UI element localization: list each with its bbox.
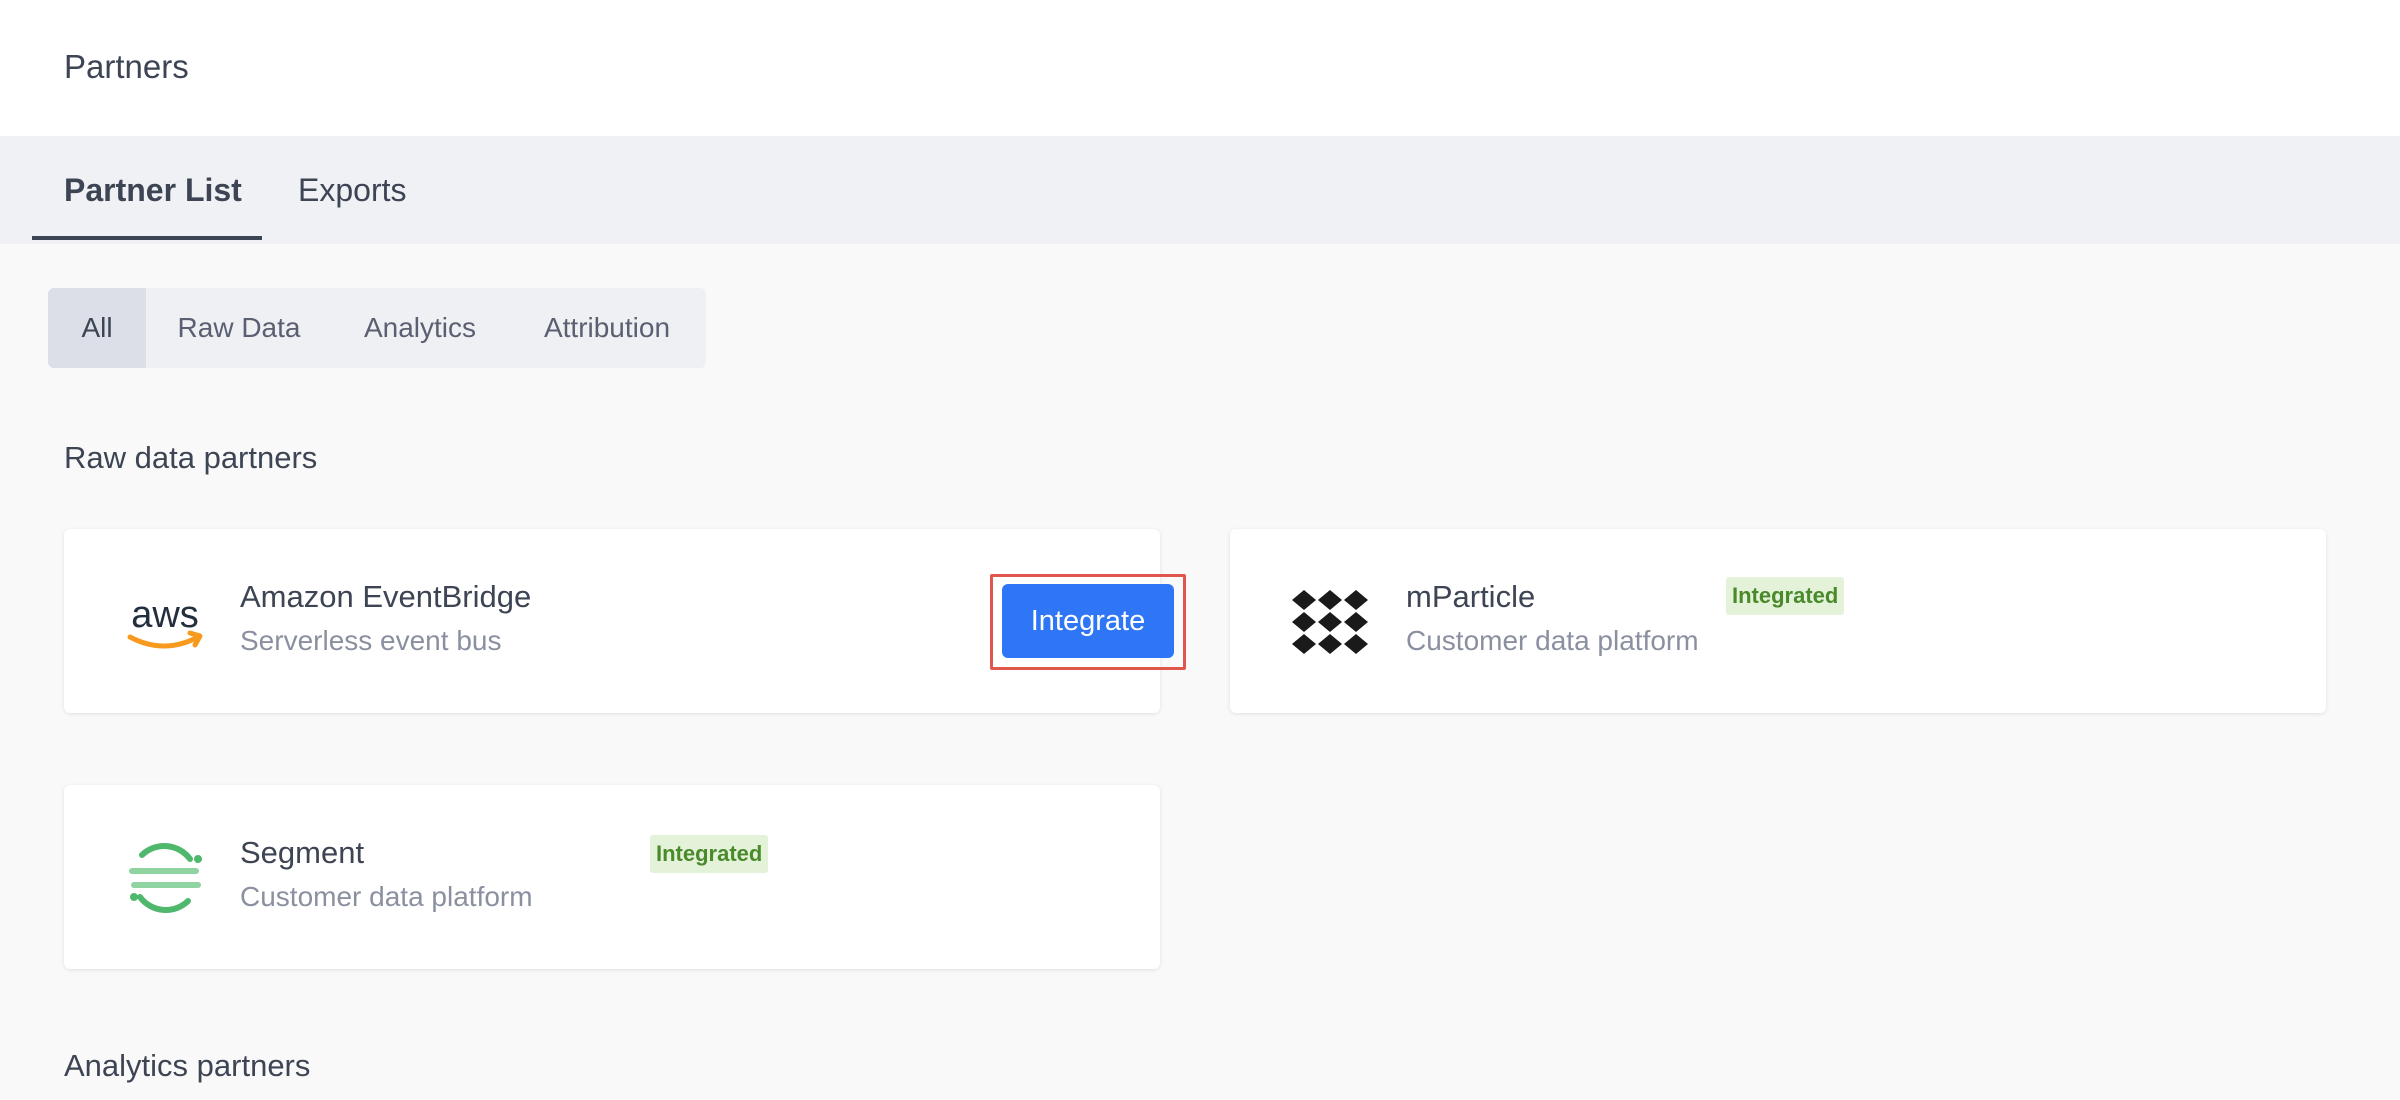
tab-bar: Partner List Exports [0,136,2400,244]
partner-name: Segment [240,835,365,870]
partner-description: Customer data platform [1406,625,1699,656]
filter-raw-data[interactable]: Raw Data [146,288,332,368]
integrate-button[interactable]: Integrate [1002,584,1174,658]
mparticle-logo [1290,581,1372,663]
page-title: Partners [64,48,189,85]
filter-attribution[interactable]: Attribution [508,288,706,368]
svg-text:aws: aws [131,594,199,636]
tab-exports[interactable]: Exports [298,172,406,244]
integrate-button-highlight: Integrate [990,574,1186,670]
partner-description: Serverless event bus [240,625,502,656]
segment-logo [124,837,206,919]
partner-name: Amazon EventBridge [240,579,532,614]
partner-name: mParticle [1406,579,1536,614]
filter-all[interactable]: All [48,288,146,368]
category-filter: All Raw Data Analytics Attribution [48,288,706,368]
analytics-section-title: Analytics partners [64,1048,311,1083]
filter-analytics[interactable]: Analytics [332,288,508,368]
partner-card-mparticle: mParticle Customer data platform Integra… [1230,529,2326,713]
partner-card-amazon-eventbridge: aws Amazon EventBridge Serverless event … [64,529,1186,713]
partner-card-segment: Segment Customer data platform Integrate… [64,785,1160,969]
active-tab-indicator [32,236,262,240]
integrated-badge: Integrated [1726,577,1845,615]
raw-data-section-title: Raw data partners [64,440,318,475]
partner-description: Customer data platform [240,881,533,912]
page-header: Partners [0,0,2400,136]
aws-logo: aws [124,581,206,663]
tab-partner-list[interactable]: Partner List [64,172,242,244]
integrated-badge: Integrated [650,835,769,873]
